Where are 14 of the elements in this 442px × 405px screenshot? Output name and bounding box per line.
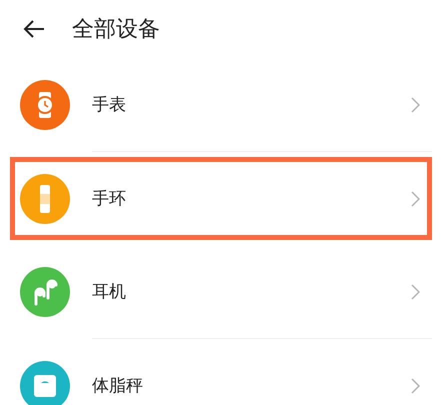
device-item[interactable]: 手表 (10, 58, 432, 151)
page-title: 全部设备 (72, 16, 160, 44)
chevron-icon (410, 190, 420, 206)
device-item[interactable]: 耳机 (10, 245, 432, 338)
device-item[interactable]: 体脂秤 (10, 339, 432, 405)
chevron-icon (410, 284, 420, 300)
device-label: 手环 (92, 188, 127, 210)
chevron-icon (410, 378, 420, 394)
device-label: 手表 (92, 94, 127, 116)
chevron-icon (410, 96, 420, 112)
device-label: 耳机 (92, 281, 127, 303)
highlighted-device-item[interactable]: 手环 (10, 157, 432, 240)
back-icon[interactable] (22, 19, 46, 39)
device-label: 体脂秤 (92, 375, 144, 397)
